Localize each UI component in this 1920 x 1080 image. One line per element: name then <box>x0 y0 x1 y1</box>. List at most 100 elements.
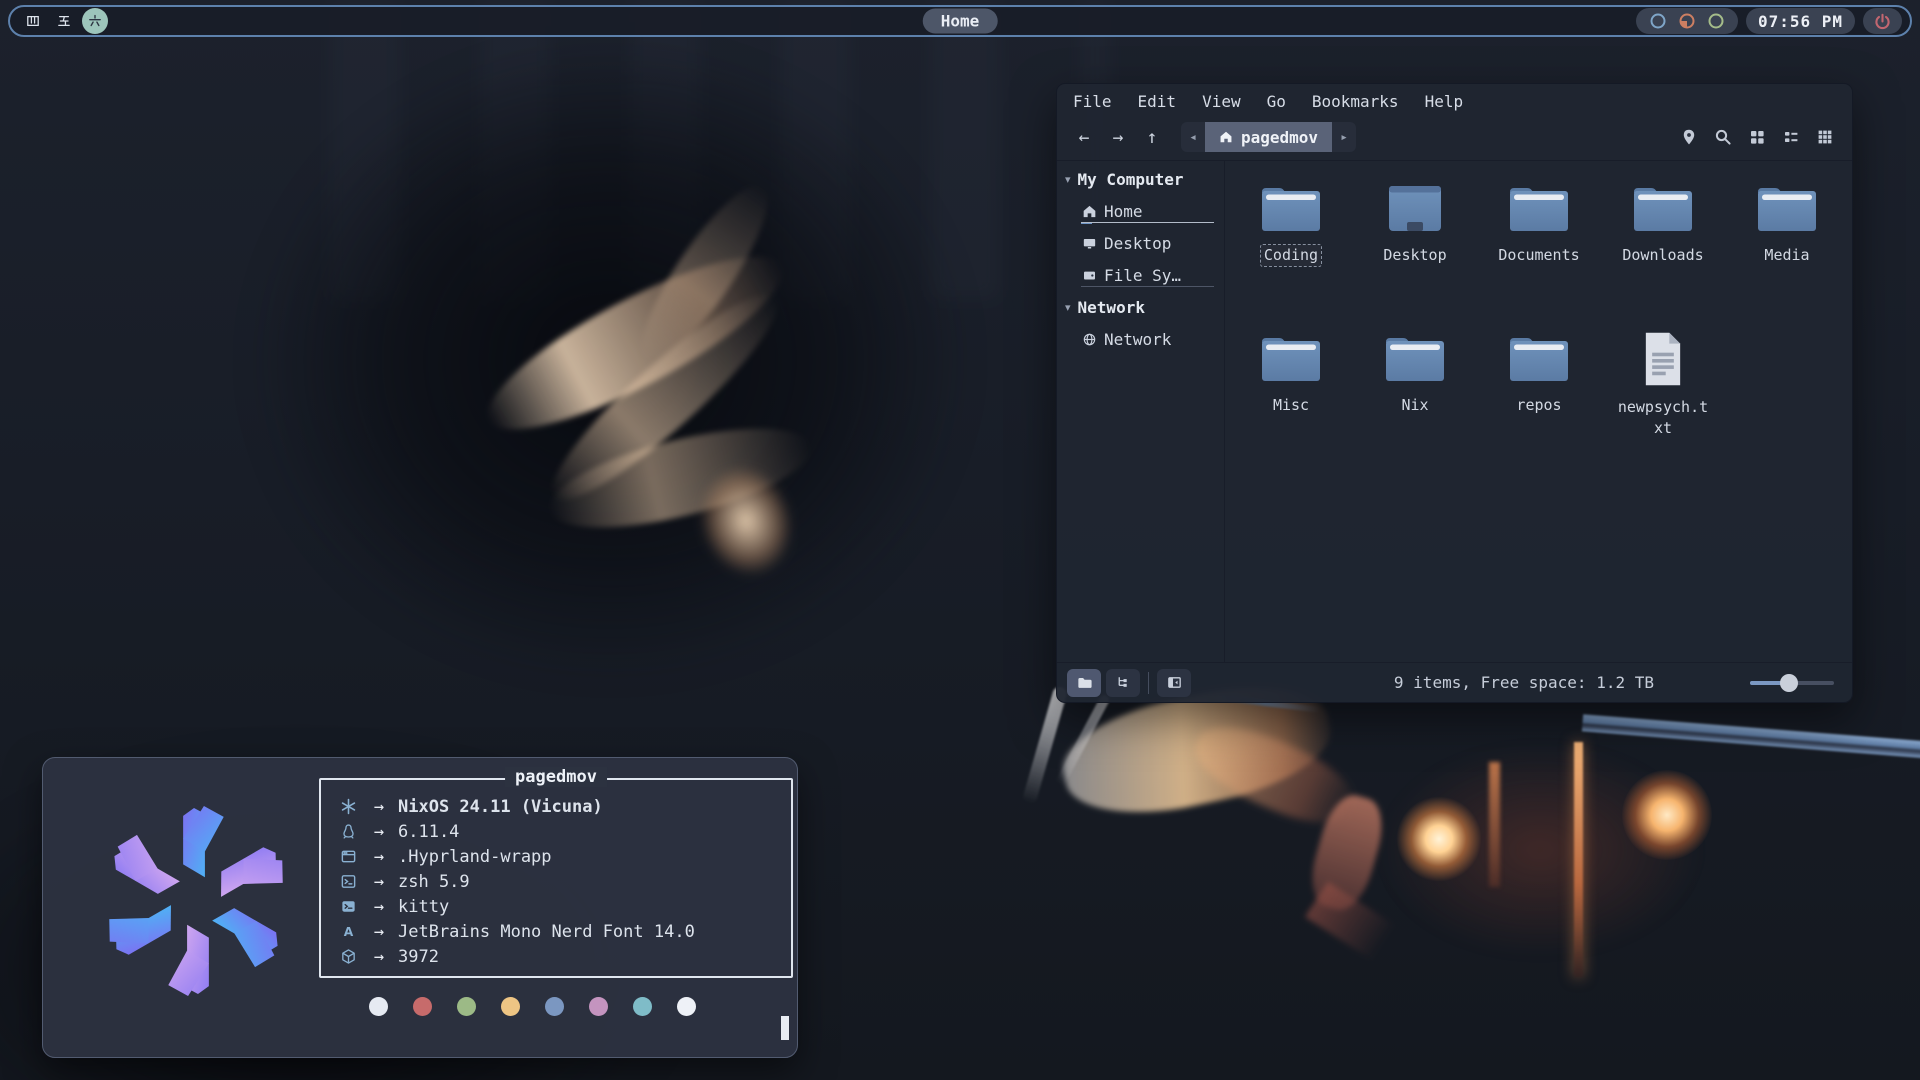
fetch-lines: → NixOS 24.11 (Vicuna) → 6.11.4 <box>321 780 791 969</box>
search-button[interactable] <box>1708 123 1738 151</box>
font-icon: A <box>336 923 360 940</box>
sidebar-section-network[interactable]: ▾ Network <box>1057 291 1224 323</box>
icon-view-button[interactable] <box>1742 123 1772 151</box>
globe-icon <box>1082 332 1097 347</box>
tree-pane-toggle-button[interactable] <box>1106 669 1140 697</box>
file-label: newpsych.txt <box>1617 397 1709 439</box>
wallpaper-lantern-glow <box>1622 770 1712 860</box>
active-window-title[interactable]: Home <box>923 9 998 34</box>
system-indicators[interactable] <box>1636 8 1738 34</box>
search-icon <box>1714 128 1732 146</box>
path-segment-label: pagedmov <box>1241 128 1318 147</box>
side-pane-toggle-button[interactable] <box>1157 669 1191 697</box>
packages-icon <box>336 948 360 965</box>
fetch-line-font: A → JetBrains Mono Nerd Font 14.0 <box>336 919 791 944</box>
indicator-green-icon <box>1706 11 1726 31</box>
fetch-arrow: → <box>360 847 398 867</box>
zoom-slider[interactable] <box>1750 674 1834 692</box>
up-button[interactable]: ↑ <box>1137 123 1167 151</box>
menu-help[interactable]: Help <box>1425 92 1464 116</box>
folder-icon <box>1383 331 1447 385</box>
bar-right-modules: 07:56 PM <box>1636 8 1902 34</box>
toolbar: ← → ↑ ◂ pagedmov ▸ <box>1057 118 1852 160</box>
file-label: Misc <box>1273 395 1309 416</box>
wm-icon <box>336 848 360 865</box>
menu-bookmarks[interactable]: Bookmarks <box>1312 92 1399 116</box>
fetch-os-value: NixOS 24.11 (Vicuna) <box>398 797 603 817</box>
status-text: 9 items, Free space: 1.2 TB <box>1394 673 1654 692</box>
file-item-misc[interactable]: Misc <box>1229 331 1353 481</box>
sidebar-item-label: Home <box>1104 202 1143 221</box>
sidebar-item-network[interactable]: Network <box>1057 323 1224 355</box>
palette-dot-magenta <box>589 997 608 1016</box>
workspace-switcher <box>20 8 108 34</box>
menu-view[interactable]: View <box>1202 92 1241 116</box>
collapse-triangle-icon: ▾ <box>1065 301 1071 314</box>
path-next-chevron[interactable]: ▸ <box>1332 130 1356 145</box>
file-item-newpsych-txt[interactable]: newpsych.txt <box>1601 331 1725 481</box>
menu-go[interactable]: Go <box>1267 92 1286 116</box>
sidebar-item-filesystem[interactable]: File Sy… <box>1057 259 1224 291</box>
file-view: Coding Desktop Documents <box>1224 161 1852 662</box>
fetch-shell-value: zsh 5.9 <box>398 872 470 892</box>
folder-icon <box>1755 181 1819 235</box>
menu-file[interactable]: File <box>1073 92 1112 116</box>
path-segment-home[interactable]: pagedmov <box>1205 122 1332 152</box>
sidebar-item-desktop[interactable]: Desktop <box>1057 227 1224 259</box>
fetch-line-shell: → zsh 5.9 <box>336 869 791 894</box>
fetch-line-wm: → .Hyprland-wrapp <box>336 844 791 869</box>
file-item-coding[interactable]: Coding <box>1229 181 1353 331</box>
forward-button[interactable]: → <box>1103 123 1133 151</box>
compact-view-button[interactable] <box>1810 123 1840 151</box>
list-view-button[interactable] <box>1776 123 1806 151</box>
terminal-icon <box>336 898 360 915</box>
file-item-documents[interactable]: Documents <box>1477 181 1601 331</box>
status-bar: Home 07:56 PM <box>8 5 1912 37</box>
palette-dot-white <box>369 997 388 1016</box>
side-panel-icon <box>1166 674 1183 691</box>
nixos-logo <box>97 802 295 1000</box>
home-icon <box>1082 204 1097 219</box>
file-item-downloads[interactable]: Downloads <box>1601 181 1725 331</box>
indicator-blue-icon <box>1648 11 1668 31</box>
fetch-arrow: → <box>360 897 398 917</box>
clock[interactable]: 07:56 PM <box>1746 8 1855 34</box>
workspace-5[interactable] <box>51 8 77 34</box>
menu-edit[interactable]: Edit <box>1138 92 1177 116</box>
workspace-4[interactable] <box>20 8 46 34</box>
compact-view-icon <box>1816 128 1834 146</box>
file-manager-body: ▾ My Computer Home Desktop <box>1057 160 1852 662</box>
workspace-5-glyph <box>56 13 72 29</box>
kernel-icon <box>336 823 360 840</box>
file-item-nix[interactable]: Nix <box>1353 331 1477 481</box>
fetch-arrow: → <box>360 872 398 892</box>
power-button[interactable] <box>1863 8 1902 34</box>
fetch-packages-value: 3972 <box>398 947 439 967</box>
sidebar-header-label: Network <box>1078 298 1145 317</box>
file-label: Coding <box>1261 245 1321 266</box>
workspace-6-glyph <box>87 13 103 29</box>
icon-pane-toggle-button[interactable] <box>1067 669 1101 697</box>
location-pin-button[interactable] <box>1674 123 1704 151</box>
palette-dot-cyan <box>633 997 652 1016</box>
fetch-line-terminal: → kitty <box>336 894 791 919</box>
sidebar-item-home[interactable]: Home <box>1057 195 1224 227</box>
workspace-6-active[interactable] <box>82 8 108 34</box>
fetch-line-kernel: → 6.11.4 <box>336 819 791 844</box>
file-item-repos[interactable]: repos <box>1477 331 1601 481</box>
terminal-cursor[interactable] <box>781 1016 789 1040</box>
file-manager-window: File Edit View Go Bookmarks Help ← → ↑ ◂… <box>1056 83 1853 703</box>
back-button[interactable]: ← <box>1069 123 1099 151</box>
fetch-line-os: → NixOS 24.11 (Vicuna) <box>336 794 791 819</box>
terminal-window: pagedmov → NixOS 24.11 (Vicuna) <box>42 757 798 1058</box>
sidebar-section-my-computer[interactable]: ▾ My Computer <box>1057 163 1224 195</box>
fetch-line-packages: → 3972 <box>336 944 791 969</box>
location-pin-icon <box>1680 128 1698 146</box>
folder-icon <box>1631 181 1695 235</box>
file-item-media[interactable]: Media <box>1725 181 1849 331</box>
folder-icon <box>1507 181 1571 235</box>
desktop: Home 07:56 PM <box>0 0 1920 1080</box>
file-item-desktop[interactable]: Desktop <box>1353 181 1477 331</box>
slider-knob[interactable] <box>1780 674 1798 692</box>
path-prev-chevron[interactable]: ◂ <box>1181 130 1205 145</box>
